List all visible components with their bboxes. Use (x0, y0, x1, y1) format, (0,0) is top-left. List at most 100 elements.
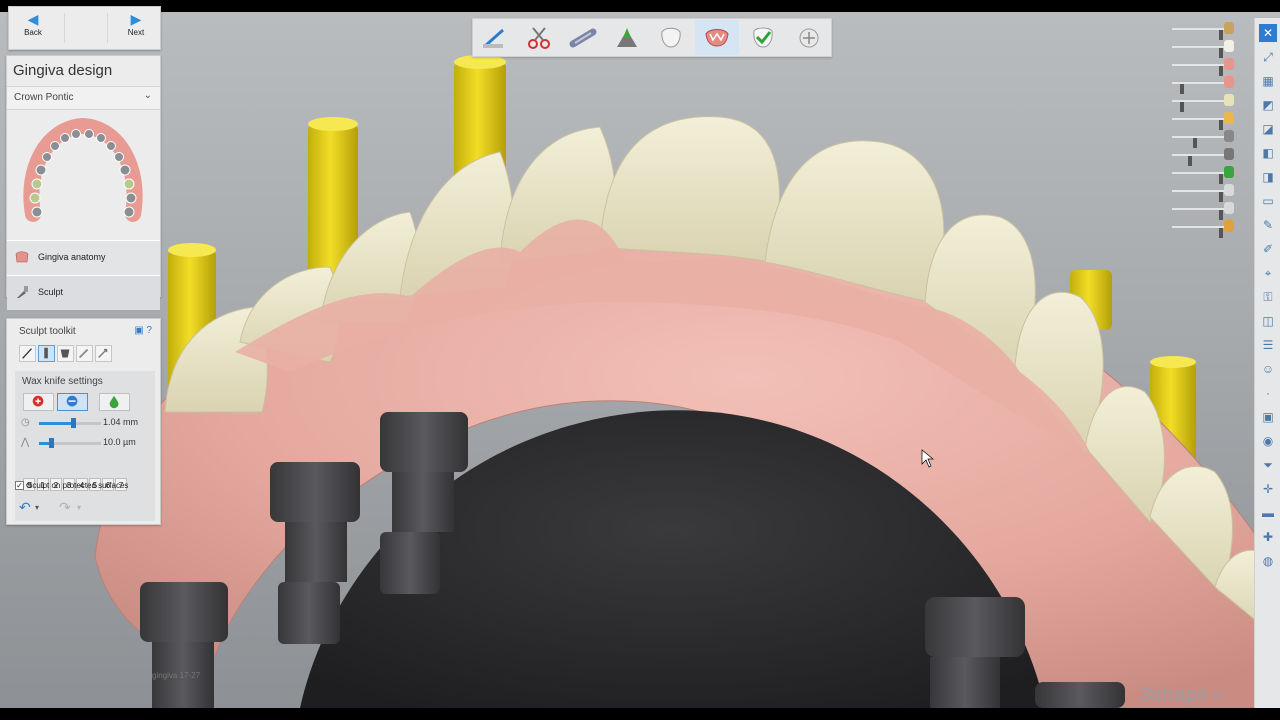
toolbar-cut-button[interactable] (517, 20, 561, 55)
axis-button[interactable]: ✛ (1259, 480, 1277, 498)
view-front-icon: ▦ (1262, 74, 1274, 88)
visibility-slider-thumb[interactable] (1219, 174, 1224, 184)
visibility-slider-thumb[interactable] (1193, 138, 1198, 148)
radius-value: 1.04 mm (103, 417, 139, 427)
visibility-slider-thumb[interactable] (1219, 30, 1224, 40)
visibility-slider[interactable] (1172, 46, 1224, 58)
visibility-slider-thumb[interactable] (1219, 228, 1224, 238)
measure-button[interactable]: ⌖ (1259, 264, 1277, 282)
scale-tool-button[interactable] (95, 345, 112, 362)
image-button[interactable]: ▣ (1259, 408, 1277, 426)
color-button[interactable]: ◍ (1259, 552, 1277, 570)
measure-icon: ⌖ (1264, 266, 1272, 280)
tooth-button[interactable]: ◉ (1259, 432, 1277, 450)
pen-button[interactable]: ✐ (1259, 240, 1277, 258)
protect-surfaces-checkbox[interactable]: ✓ (15, 481, 24, 490)
view-left-button[interactable]: ◪ (1259, 120, 1277, 138)
toolbar-gingiva-button[interactable] (695, 20, 739, 55)
visibility-slider-thumb[interactable] (1219, 210, 1224, 220)
visibility-slider[interactable] (1172, 28, 1224, 40)
back-button[interactable]: ◀ Back (9, 11, 57, 45)
visibility-slider-thumb[interactable] (1180, 84, 1185, 94)
face-button[interactable]: ☺ (1259, 360, 1277, 378)
minus-button[interactable]: ▬ (1259, 504, 1277, 522)
lock-button[interactable]: ⚿ (1259, 288, 1277, 306)
finish-icon (799, 28, 819, 48)
view-front-button[interactable]: ▦ (1259, 72, 1277, 90)
add-remove-icon (60, 349, 70, 358)
3d-viewport[interactable]: 3shape ▹ gingiva 17-27 (0, 12, 1280, 708)
gingiva-design-panel: Gingiva design Crown Pontic ⌄ Gingiva an… (6, 55, 161, 310)
knife-button[interactable]: ✎ (1259, 216, 1277, 234)
dental-model-scene[interactable] (0, 12, 1280, 708)
visibility-slider[interactable] (1172, 172, 1224, 184)
layer-icon (1224, 148, 1234, 160)
view-bottom-icon: ▭ (1262, 194, 1274, 208)
redo-icon[interactable]: ↷ (59, 499, 71, 516)
visibility-slider[interactable] (1172, 64, 1224, 76)
visibility-slider-thumb[interactable] (1219, 192, 1224, 202)
gingiva-icon (705, 29, 729, 47)
filter-button[interactable]: ⏷ (1259, 456, 1277, 474)
toolbar-finish-button[interactable] (787, 20, 831, 55)
visibility-slider[interactable] (1172, 100, 1224, 112)
visibility-slider[interactable] (1172, 226, 1224, 238)
fullscreen-button[interactable]: ⤢ (1259, 48, 1277, 66)
morph-tool-button[interactable] (76, 345, 93, 362)
visibility-slider-thumb[interactable] (1219, 120, 1224, 130)
add-remove-tool-button[interactable] (57, 345, 74, 362)
view-back-button[interactable]: ◨ (1259, 168, 1277, 186)
toolbar-tooth-check-button[interactable] (741, 20, 785, 55)
step-sculpt[interactable]: Sculpt (7, 275, 160, 310)
next-button[interactable]: ▶ Next (112, 11, 160, 45)
view-bottom-button[interactable]: ▭ (1259, 192, 1277, 210)
step-gingiva-anatomy[interactable]: Gingiva anatomy (7, 240, 160, 275)
visibility-slider[interactable] (1172, 136, 1224, 148)
toolbar-connector-button[interactable] (561, 20, 605, 55)
height-slider-thumb[interactable] (49, 438, 55, 448)
clip-icon: ◫ (1262, 314, 1274, 328)
visibility-slider-thumb[interactable] (1219, 66, 1224, 76)
close-button[interactable]: ✕ (1259, 24, 1277, 42)
shading-layer-visibility (1162, 94, 1234, 112)
implant-layer-visibility (1162, 130, 1234, 148)
visibility-slider-thumb[interactable] (1188, 156, 1193, 166)
toolbar-trim-button[interactable] (473, 20, 517, 55)
remove-material-button[interactable] (57, 393, 88, 411)
status-caption: gingiva 17-27 (152, 671, 201, 680)
layers-button[interactable]: ☰ (1259, 336, 1277, 354)
tooth-chart[interactable] (19, 114, 147, 226)
tooth-check-icon (753, 27, 773, 48)
visibility-slider[interactable] (1172, 82, 1224, 94)
smooth-tool-button[interactable] (38, 345, 55, 362)
blank-button[interactable]: · (1259, 384, 1277, 402)
visibility-slider[interactable] (1172, 118, 1224, 130)
wax-knife-tool-button[interactable] (19, 345, 36, 362)
clip-button[interactable]: ◫ (1259, 312, 1277, 330)
redo-dropdown-icon[interactable]: ▾ (77, 503, 81, 512)
visibility-slider[interactable] (1172, 190, 1224, 202)
height-slider[interactable] (39, 438, 101, 448)
radius-slider[interactable] (39, 418, 101, 428)
wax-knife-settings: Wax knife settings ◷ 1.04 mm ⋀ 10.0 µm ⚙… (15, 371, 155, 521)
undo-icon[interactable]: ↶ (19, 499, 31, 516)
undo-dropdown-icon[interactable]: ▾ (35, 503, 39, 512)
layer-icon (1224, 40, 1234, 52)
view-top-button[interactable]: ◩ (1259, 96, 1277, 114)
mode-dropdown[interactable]: Crown Pontic ⌄ (7, 86, 160, 110)
visibility-slider[interactable] (1172, 154, 1224, 166)
radius-slider-row: ◷ 1.04 mm (19, 415, 151, 431)
scale-icon (98, 348, 108, 358)
plus-button[interactable]: ✚ (1259, 528, 1277, 546)
radius-slider-thumb[interactable] (71, 418, 77, 428)
visibility-slider-thumb[interactable] (1180, 102, 1185, 112)
view-right-button[interactable]: ◧ (1259, 144, 1277, 162)
toolbar-crown-button[interactable] (649, 20, 693, 55)
visibility-slider-thumb[interactable] (1219, 48, 1224, 58)
workflow-toolbar (472, 18, 832, 57)
visibility-slider[interactable] (1172, 208, 1224, 220)
help-icon[interactable]: ▣ ? (134, 325, 152, 336)
smooth-material-button[interactable] (99, 393, 130, 411)
toolbar-gingiva-shape-button[interactable] (605, 20, 649, 55)
add-material-button[interactable] (23, 393, 54, 411)
